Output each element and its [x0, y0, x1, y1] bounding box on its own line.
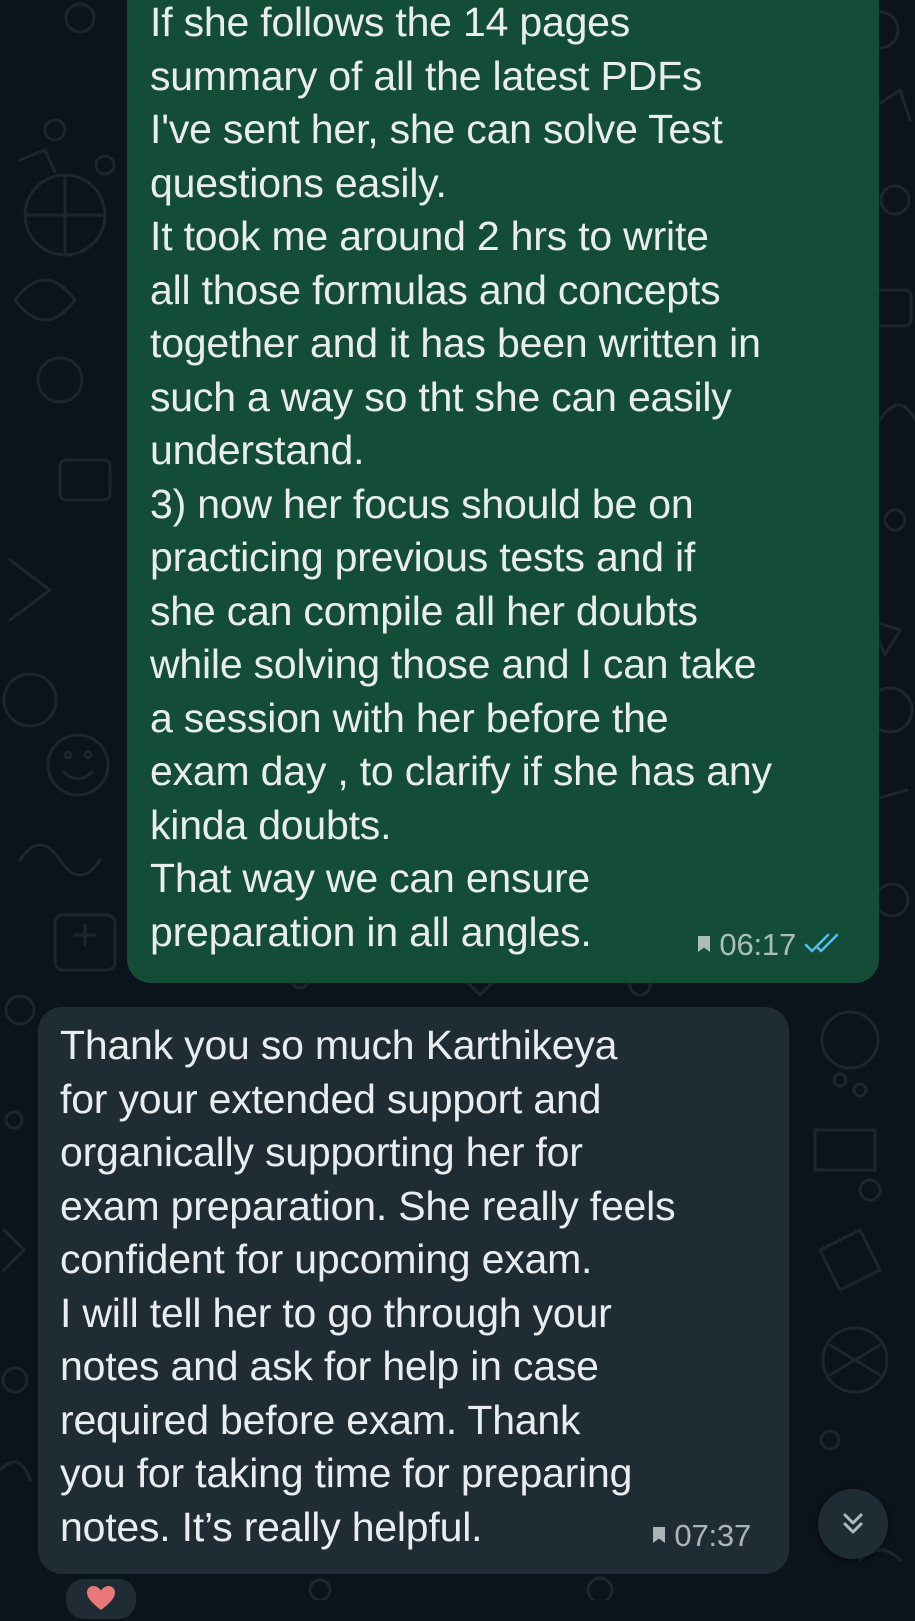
- message-meta: 06:17: [697, 918, 842, 972]
- message-line: practicing previous tests and if: [150, 534, 696, 580]
- message-line: It took me around 2 hrs to write: [150, 213, 709, 259]
- message-time: 06:17: [719, 926, 796, 962]
- message-time: 07:37: [674, 1517, 751, 1553]
- message-line: That way we can ensure: [150, 855, 590, 901]
- message-line: kinda doubts.: [150, 801, 392, 848]
- message-line: Thank you so much Karthikeya: [60, 1022, 618, 1068]
- message-line: understand.: [150, 427, 365, 473]
- incoming-message-bubble[interactable]: Thank you so much Karthikeya for your ex…: [38, 1007, 789, 1574]
- message-meta: 07:37: [652, 1509, 751, 1563]
- message-line: 3) now her focus should be on: [150, 480, 694, 527]
- message-line: I will tell her to go through your: [60, 1289, 612, 1336]
- message-line: you for taking time for preparing: [60, 1450, 633, 1496]
- message-line: If she follows the 14 pages: [150, 0, 631, 45]
- message-line: exam preparation. She really feels: [60, 1182, 676, 1229]
- double-check-read-icon: [804, 932, 842, 956]
- message-line: confident for upcoming exam.: [60, 1236, 593, 1282]
- message-line: summary of all the latest PDFs: [150, 52, 703, 99]
- message-line: such a way so tht she can easily: [150, 373, 732, 420]
- message-line: for your extended support and: [60, 1075, 602, 1122]
- message-text: If she follows the 14 pages summary of a…: [150, 0, 849, 959]
- message-line: she can compile all her doubts: [150, 587, 698, 634]
- message-line: required before exam. Thank: [60, 1396, 581, 1443]
- message-reaction[interactable]: [64, 1577, 138, 1621]
- message-text: Thank you so much Karthikeya for your ex…: [60, 1019, 759, 1554]
- pin-icon: [652, 1526, 666, 1544]
- double-chevron-down-icon: [843, 1513, 863, 1534]
- pin-icon: [697, 935, 711, 953]
- message-line: exam day , to clarify if she has any: [150, 748, 772, 794]
- outgoing-message-bubble[interactable]: If she follows the 14 pages summary of a…: [127, 0, 879, 983]
- message-line: questions easily.: [150, 159, 447, 206]
- scroll-to-bottom-button[interactable]: [818, 1489, 888, 1559]
- heart-icon: [87, 1586, 115, 1610]
- message-line: organically supporting her for: [60, 1129, 583, 1175]
- message-line: notes and ask for help in case: [60, 1343, 599, 1389]
- message-line: together and it has been written in: [150, 320, 761, 366]
- message-line: all those formulas and concepts: [150, 266, 721, 313]
- message-line: a session with her before the: [150, 694, 669, 741]
- message-line: I've sent her, she can solve Test: [150, 106, 723, 152]
- message-line: while solving those and I can take: [150, 641, 757, 687]
